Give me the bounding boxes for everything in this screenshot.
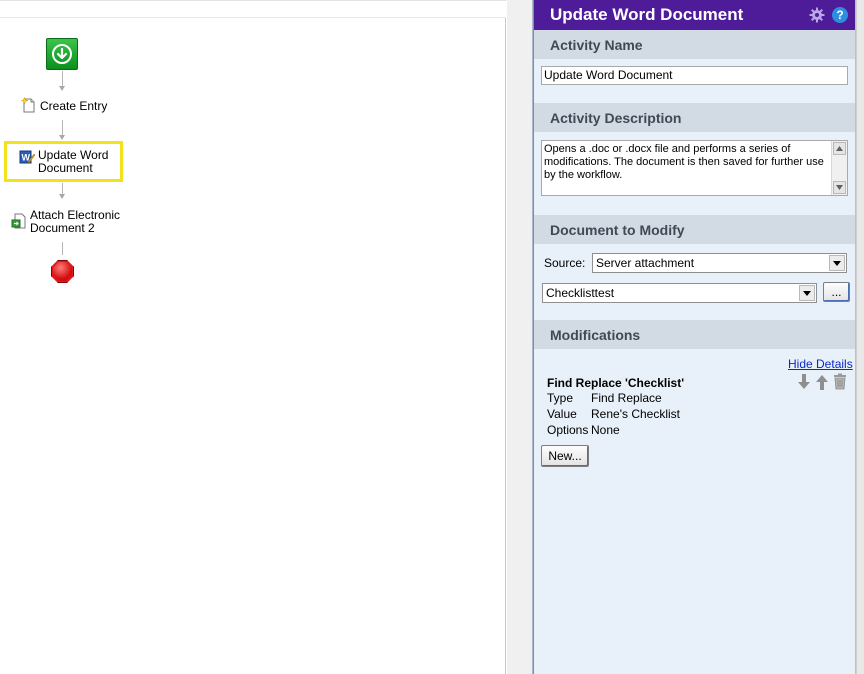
section-header-activity-name: Activity Name [534, 30, 855, 59]
panel-scrollbar[interactable] [856, 0, 864, 674]
word-document-icon: W [19, 149, 36, 165]
new-modification-button[interactable]: New... [541, 445, 589, 467]
type-value: Find Replace [591, 391, 662, 405]
options-value: None [591, 423, 620, 437]
arrow-up-icon[interactable] [815, 374, 829, 390]
chevron-down-icon [799, 285, 815, 301]
help-icon[interactable]: ? [832, 7, 848, 23]
browse-button[interactable]: ... [823, 282, 850, 302]
node-label: Create Entry [40, 99, 108, 113]
new-document-icon [20, 96, 37, 113]
panel-title: Update Word Document [550, 5, 744, 24]
gear-icon[interactable] [809, 7, 825, 23]
section-header-activity-description: Activity Description [534, 103, 855, 132]
textarea-scrollbar[interactable] [831, 141, 847, 195]
connector-line [62, 242, 63, 255]
scroll-down-icon[interactable] [833, 181, 846, 194]
node-label-line2: Document [38, 161, 93, 175]
stop-octagon-icon[interactable] [51, 260, 74, 283]
activity-description-textarea[interactable]: Opens a .doc or .docx file and performs … [541, 140, 848, 196]
attach-document-icon [11, 213, 27, 229]
document-select-value: Checklisttest [546, 286, 615, 300]
node-attach-electronic-document[interactable]: Attach Electronic Document 2 [11, 209, 120, 235]
canvas-top-strip [0, 1, 506, 18]
properties-panel: Update Word Document ? Activity Name Upd… [533, 0, 856, 674]
connector-line [62, 71, 63, 87]
panel-header: Update Word Document ? [534, 0, 855, 30]
modification-title: Find Replace 'Checklist' [547, 376, 685, 390]
chevron-down-icon [829, 255, 845, 271]
workflow-canvas[interactable]: Create Entry W Update Word Document Atta… [0, 0, 506, 674]
section-header-document-to-modify: Document to Modify [534, 215, 855, 244]
type-key: Type [547, 391, 574, 405]
value-key: Value [547, 407, 577, 421]
source-label: Source: [544, 256, 586, 270]
node-update-word-document[interactable]: W Update Word Document [19, 149, 108, 175]
node-label-line2: Document 2 [30, 221, 95, 235]
connector-arrow [59, 194, 65, 199]
node-create-entry[interactable]: Create Entry [20, 96, 108, 113]
connector-arrow [59, 135, 65, 140]
arrow-down-icon[interactable] [797, 374, 811, 390]
start-arrow-icon [52, 44, 72, 64]
source-select[interactable]: Server attachment [592, 253, 847, 273]
source-select-value: Server attachment [596, 256, 695, 270]
options-key: Options [547, 423, 589, 437]
scroll-up-icon[interactable] [833, 142, 846, 155]
activity-name-input[interactable]: Update Word Document [541, 66, 848, 85]
connector-arrow [59, 86, 65, 91]
trash-icon[interactable] [833, 373, 847, 390]
start-node[interactable] [46, 38, 78, 70]
document-select[interactable]: Checklisttest [542, 283, 817, 303]
hide-details-link[interactable]: Hide Details [788, 357, 853, 371]
section-header-modifications: Modifications [534, 320, 855, 349]
connector-line [62, 120, 63, 136]
activity-description-text: Opens a .doc or .docx file and performs … [544, 143, 824, 181]
splitter-gutter[interactable] [507, 0, 533, 674]
value-value: Rene's Checklist [591, 407, 680, 421]
